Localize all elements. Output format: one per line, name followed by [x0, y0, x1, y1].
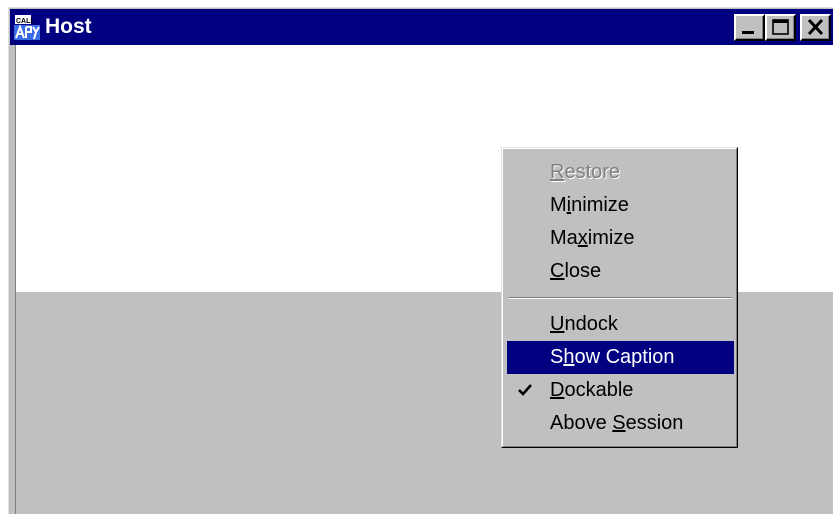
menu-item-mnemonic: U: [550, 313, 565, 335]
menu-item-restore[interactable]: Restore: [507, 156, 734, 189]
menu-item-minimize[interactable]: Minimize: [507, 189, 734, 222]
checkmark-icon: [518, 384, 532, 396]
menu-item-mnemonic: h: [563, 346, 575, 368]
close-button[interactable]: [800, 14, 831, 41]
menu-item-mnemonic: C: [550, 260, 565, 282]
menu-item-label: ndock: [564, 313, 618, 335]
menu-separator: [509, 297, 732, 299]
close-icon: [807, 18, 824, 36]
menu-frame: Restore Minimize Maximize Close Undock S…: [502, 148, 737, 447]
maximize-button[interactable]: [765, 14, 796, 41]
menu-item-maximize[interactable]: Maximize: [507, 222, 734, 255]
menu-item-label: estore: [564, 161, 621, 183]
menu-item-label: M: [550, 194, 567, 216]
menu-item-label: imize: [587, 227, 635, 249]
menu-item-label: Ma: [550, 227, 578, 249]
menu-item-label: ession: [625, 412, 684, 434]
menu-item-label: lose: [564, 260, 602, 282]
menu-item-label: Above: [550, 412, 613, 434]
menu-item-mnemonic: x: [577, 227, 588, 249]
menu-item-label: ockable: [564, 379, 634, 401]
minimize-button[interactable]: [734, 14, 765, 41]
menu-item-mnemonic: S: [612, 412, 626, 434]
minimize-icon: [742, 31, 754, 34]
menu-item-label: ow Caption: [574, 346, 675, 368]
system-context-menu: Restore Minimize Maximize Close Undock S…: [501, 147, 738, 448]
window-title: Host: [45, 15, 92, 38]
menu-item-undock[interactable]: Undock: [507, 308, 734, 341]
menu-item-mnemonic: D: [550, 379, 565, 401]
app-icon[interactable]: CALL: [13, 14, 41, 41]
menu-item-close[interactable]: Close: [507, 255, 734, 288]
app-icon-text: CALL: [16, 18, 35, 25]
screen: CALL Host Restore Minimize Maximize Clos…: [0, 0, 833, 514]
menu-item-dockable[interactable]: Dockable: [507, 374, 734, 407]
menu-item-above-session[interactable]: Above Session: [507, 407, 734, 440]
maximize-icon: [772, 19, 789, 35]
menu-item-mnemonic: R: [550, 161, 565, 183]
menu-item-label: nimize: [571, 194, 629, 216]
title-bar[interactable]: CALL Host: [10, 9, 833, 45]
menu-item-label: S: [550, 346, 564, 368]
menu-item-show-caption[interactable]: Show Caption: [507, 341, 734, 374]
